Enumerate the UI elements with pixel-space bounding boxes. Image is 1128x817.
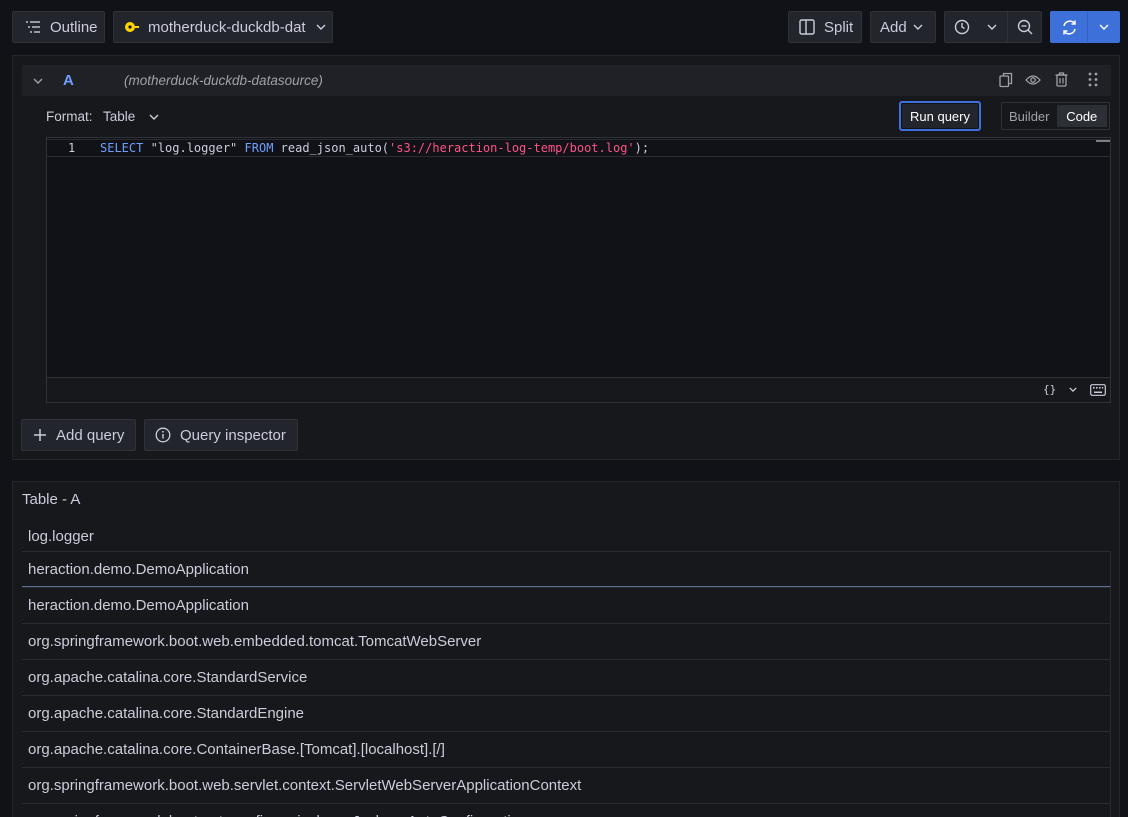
table-row[interactable]: org.springframework.boot.autoconfigure.j… bbox=[22, 803, 1111, 817]
copy-icon[interactable] bbox=[999, 72, 1013, 88]
add-query-label: Add query bbox=[56, 426, 125, 444]
editor-mode-switch: Builder Code bbox=[1001, 102, 1110, 130]
outline-icon bbox=[26, 21, 40, 33]
query-inspector-button[interactable]: Query inspector bbox=[144, 419, 298, 451]
datasource-picker[interactable]: motherduck-duckdb-dat bbox=[113, 11, 333, 43]
query-letter[interactable]: A bbox=[63, 72, 74, 89]
format-select[interactable]: Table bbox=[103, 109, 159, 124]
run-query-label: Run query bbox=[910, 108, 970, 124]
line-number: 1 bbox=[68, 141, 76, 155]
mode-code[interactable]: Code bbox=[1056, 105, 1107, 127]
split-label: Split bbox=[824, 18, 854, 36]
chevron-down-icon[interactable] bbox=[1069, 387, 1077, 392]
duck-icon bbox=[125, 22, 139, 32]
sql-code[interactable]: SELECT "log.logger" FROM read_json_auto(… bbox=[100, 141, 649, 155]
clock-icon bbox=[954, 19, 970, 35]
add-button[interactable]: Add bbox=[870, 11, 936, 43]
table-row[interactable]: org.apache.catalina.core.StandardService bbox=[22, 659, 1111, 695]
chevron-down-icon bbox=[987, 24, 997, 30]
trash-icon[interactable] bbox=[1055, 72, 1068, 87]
run-query-button[interactable]: Run query bbox=[899, 101, 981, 131]
refresh-icon bbox=[1062, 19, 1076, 35]
editor-footer: {} bbox=[46, 377, 1111, 403]
plus-icon bbox=[34, 429, 46, 441]
eye-icon[interactable] bbox=[1025, 74, 1041, 86]
format-value: Table bbox=[103, 109, 136, 124]
table-row[interactable]: heraction.demo.DemoApplication bbox=[22, 551, 1111, 587]
table-row[interactable]: org.springframework.boot.web.embedded.to… bbox=[22, 623, 1111, 659]
refresh-interval-dropdown[interactable] bbox=[1087, 12, 1119, 42]
refresh-group bbox=[1050, 11, 1120, 43]
zoom-out-icon bbox=[1017, 19, 1032, 35]
format-label: Format: bbox=[46, 109, 93, 124]
mode-builder[interactable]: Builder bbox=[1004, 105, 1055, 127]
query-row-header: A (motherduck-duckdb-datasource) bbox=[22, 65, 1111, 96]
table-title: Table - A bbox=[22, 491, 81, 508]
table-panel: Table - A log.logger heraction.demo.Demo… bbox=[12, 481, 1120, 817]
table-row[interactable]: org.springframework.boot.web.servlet.con… bbox=[22, 767, 1111, 803]
chevron-down-icon bbox=[913, 24, 923, 30]
drag-handle-icon[interactable] bbox=[1088, 72, 1098, 87]
outline-label: Outline bbox=[50, 18, 98, 36]
keyboard-icon[interactable] bbox=[1090, 384, 1106, 396]
split-icon bbox=[799, 19, 815, 35]
datasource-name: motherduck-duckdb-dat bbox=[148, 18, 306, 36]
info-icon bbox=[155, 427, 171, 443]
table-body: heraction.demo.DemoApplication heraction… bbox=[22, 551, 1111, 817]
time-picker-button[interactable] bbox=[945, 12, 979, 42]
query-inspector-label: Query inspector bbox=[180, 426, 286, 444]
editor-scrollbar[interactable] bbox=[1096, 140, 1110, 142]
table-row[interactable]: org.apache.catalina.core.StandardEngine bbox=[22, 695, 1111, 731]
column-header-log-logger[interactable]: log.logger bbox=[28, 528, 94, 545]
split-button[interactable]: Split bbox=[788, 11, 862, 43]
outline-button[interactable]: Outline bbox=[12, 11, 105, 43]
table-row[interactable]: heraction.demo.DemoApplication bbox=[22, 587, 1111, 623]
format-code-button[interactable]: {} bbox=[1043, 383, 1056, 396]
chevron-down-icon bbox=[316, 24, 326, 30]
zoom-out-button[interactable] bbox=[1007, 12, 1041, 42]
chevron-down-icon bbox=[149, 114, 159, 120]
time-range-group bbox=[944, 11, 1042, 43]
table-row[interactable]: org.apache.catalina.core.ContainerBase.[… bbox=[22, 731, 1111, 767]
chevron-down-icon bbox=[1099, 24, 1108, 30]
code-editor[interactable]: 1 SELECT "log.logger" FROM read_json_aut… bbox=[46, 137, 1111, 403]
refresh-button[interactable] bbox=[1051, 12, 1087, 42]
query-datasource-label: (motherduck-duckdb-datasource) bbox=[124, 73, 323, 88]
add-query-button[interactable]: Add query bbox=[21, 419, 136, 451]
query-editor-panel: A (motherduck-duckdb-datasource) Format:… bbox=[12, 55, 1120, 460]
time-picker-dropdown[interactable] bbox=[979, 12, 1005, 42]
add-label: Add bbox=[880, 18, 907, 36]
collapse-chevron-icon[interactable] bbox=[33, 78, 43, 84]
